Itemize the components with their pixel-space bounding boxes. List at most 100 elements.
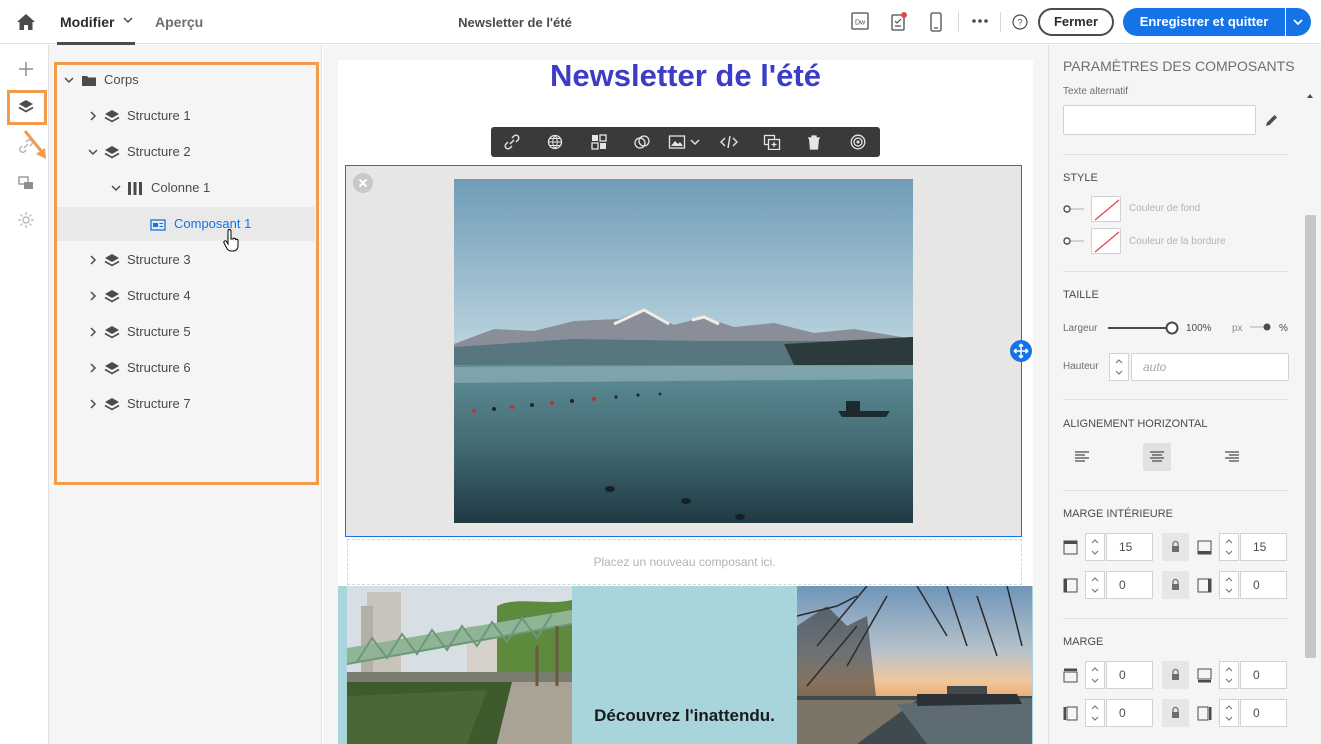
chevron-right-icon[interactable] [87,398,99,410]
tree-item-structure-2[interactable]: Structure 2 [57,135,315,169]
lake-mountain-photo[interactable] [454,179,913,523]
padding-right-stepper[interactable] [1219,571,1239,599]
tree-item-structure-1[interactable]: Structure 1 [57,99,315,133]
globe-icon[interactable] [546,134,564,150]
newsletter-title[interactable]: Newsletter de l'été [338,58,1033,94]
lock-icon [1172,578,1179,590]
margin-right-input[interactable]: 0 [1240,699,1287,727]
margin-left-stepper[interactable] [1085,699,1105,727]
padding-left-icon [1063,578,1078,593]
align-right-button[interactable] [1218,443,1246,471]
chevron-right-icon[interactable] [87,110,99,122]
padding-right-input[interactable]: 0 [1240,571,1287,599]
tab-modifier[interactable]: Modifier [60,14,114,30]
more-icon[interactable] [971,18,989,24]
chevron-down-icon[interactable] [87,146,99,158]
align-left-button[interactable] [1068,443,1096,471]
padding-top-input[interactable]: 15 [1106,533,1153,561]
tree-item-structure-7[interactable]: Structure 7 [57,387,315,421]
layers-icon [104,326,120,339]
margin-lock-button[interactable] [1162,699,1189,727]
add-icon[interactable] [17,60,35,78]
chevron-down-icon[interactable] [122,14,134,26]
tab-apercu[interactable]: Aperçu [155,14,203,30]
scroll-up-icon[interactable] [1307,94,1313,98]
padding-top-stepper[interactable] [1085,533,1105,561]
padding-lock-button[interactable] [1162,571,1189,599]
margin-top-stepper[interactable] [1085,661,1105,689]
margin-right-stepper[interactable] [1219,699,1239,727]
tree-label: Structure 2 [127,144,191,159]
discover-heading[interactable]: Découvrez l'inattendu. [572,706,797,726]
margin-bottom-stepper[interactable] [1219,661,1239,689]
chevron-right-icon[interactable] [87,290,99,302]
pencil-icon[interactable] [1264,113,1279,128]
tree-item-structure-4[interactable]: Structure 4 [57,279,315,313]
border-color-swatch[interactable] [1091,228,1121,254]
border-color-toggle[interactable] [1063,237,1085,245]
chevron-down-icon[interactable] [690,138,700,146]
margin-lock-button[interactable] [1162,661,1189,689]
width-slider[interactable] [1107,321,1181,335]
scrollbar-thumb[interactable] [1305,215,1316,658]
padding-left-input[interactable]: 0 [1106,571,1153,599]
save-options-button[interactable] [1286,8,1311,36]
chevron-down-icon[interactable] [63,74,75,86]
close-button[interactable]: Fermer [1038,8,1114,36]
personalization-icon[interactable] [17,211,35,229]
save-and-quit-button[interactable]: Enregistrer et quitter [1123,8,1285,36]
link-icon[interactable] [503,134,521,150]
trash-icon[interactable] [806,134,822,150]
layers-icon [104,362,120,375]
chevron-right-icon[interactable] [87,362,99,374]
no-color-icon [1094,231,1120,253]
tree-item-structure-5[interactable]: Structure 5 [57,315,315,349]
padding-bottom-stepper[interactable] [1219,533,1239,561]
margin-bottom-input[interactable]: 0 [1240,661,1287,689]
assets-icon[interactable] [17,174,35,192]
layers-icon[interactable] [17,98,35,116]
drop-zone[interactable]: Placez un nouveau composant ici. [347,539,1022,585]
mobile-preview-icon[interactable] [929,12,943,32]
tree-item-corps[interactable]: Corps [57,63,315,97]
alt-text-input[interactable] [1063,105,1256,135]
align-center-button[interactable] [1143,443,1171,471]
tree-item-structure-3[interactable]: Structure 3 [57,243,315,277]
help-icon[interactable]: ? [1012,14,1028,30]
layers-icon [104,254,120,267]
creative-cloud-icon[interactable] [633,134,651,150]
sunset-canal-photo[interactable] [797,586,1032,744]
padding-lock-button[interactable] [1162,533,1189,561]
slider-knob[interactable] [1165,321,1179,335]
chevron-right-icon[interactable] [87,254,99,266]
padding-left-stepper[interactable] [1085,571,1105,599]
height-input[interactable]: auto [1131,353,1289,381]
height-stepper[interactable] [1109,353,1129,381]
target-icon[interactable] [849,134,867,150]
tree-item-colonne-1[interactable]: Colonne 1 [57,171,315,205]
unit-toggle[interactable] [1249,323,1271,331]
bg-color-swatch[interactable] [1091,196,1121,222]
margin-top-input[interactable]: 0 [1106,661,1153,689]
tree-item-structure-6[interactable]: Structure 6 [57,351,315,385]
checklist-icon[interactable] [890,12,908,32]
chevron-right-icon[interactable] [87,326,99,338]
duplicate-icon[interactable] [763,134,781,150]
link-icon[interactable] [17,137,35,155]
tree-label: Colonne 1 [151,180,211,195]
margin-left-input[interactable]: 0 [1106,699,1153,727]
tree-item-composant-1[interactable]: Composant 1 [57,207,315,252]
fragment-icon[interactable] [590,134,608,150]
remove-component-button[interactable] [353,173,373,193]
image-icon[interactable] [668,134,686,150]
layers-icon [104,110,120,123]
chevron-down-icon[interactable] [110,182,122,194]
dreamweaver-icon[interactable]: Dw [851,12,869,30]
horizontal-align-heading: ALIGNEMENT HORIZONTAL [1063,418,1208,430]
padding-bottom-input[interactable]: 15 [1240,533,1287,561]
move-handle[interactable] [1010,340,1032,362]
home-icon[interactable] [16,13,36,31]
bridge-canal-photo[interactable] [347,586,572,744]
bg-color-toggle[interactable] [1063,205,1085,213]
code-icon[interactable] [719,134,739,150]
